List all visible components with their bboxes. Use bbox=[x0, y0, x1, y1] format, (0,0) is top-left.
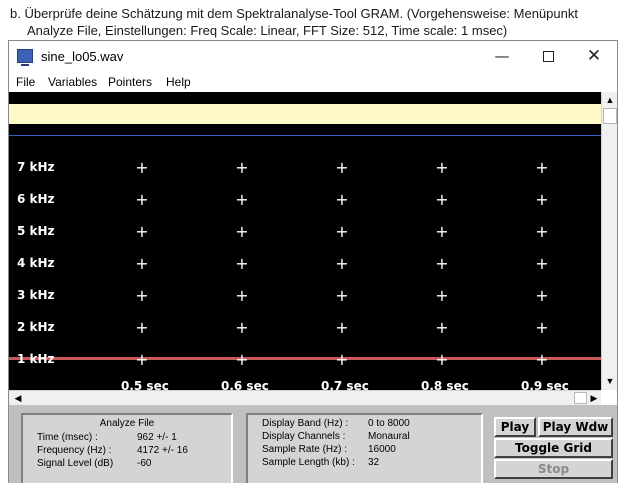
horizontal-scroll-thumb[interactable] bbox=[574, 392, 587, 404]
grid-marker: + bbox=[435, 222, 449, 241]
freq-label-7khz: 7 kHz bbox=[17, 160, 55, 174]
toggle-grid-button[interactable]: Toggle Grid bbox=[494, 438, 613, 458]
window-title: sine_lo05.wav bbox=[41, 49, 124, 64]
analyze-panel-title: Analyze File bbox=[99, 418, 155, 429]
display-band-value: 0 to 8000 bbox=[368, 418, 410, 429]
grid-marker: + bbox=[435, 158, 449, 177]
time-value: 962 +/- 1 bbox=[137, 432, 177, 443]
signal-level-label: Signal Level (dB) bbox=[37, 458, 114, 469]
freq-label-5khz: 5 kHz bbox=[17, 224, 55, 238]
time-label-0-5: 0.5 sec bbox=[121, 379, 169, 390]
separator-line bbox=[9, 135, 601, 136]
grid-marker: + bbox=[535, 286, 549, 305]
instruction-line-2: Analyze File, Einstellungen: Freq Scale:… bbox=[27, 23, 508, 38]
instruction-line-1: b. Überprüfe deine Schätzung mit dem Spe… bbox=[10, 6, 578, 21]
grid-marker: + bbox=[135, 190, 149, 209]
grid-marker: + bbox=[535, 158, 549, 177]
gram-window: sine_lo05.wav — ✕ File Variables Pointer… bbox=[8, 40, 618, 483]
grid-marker: + bbox=[535, 190, 549, 209]
menu-file[interactable]: File bbox=[16, 75, 35, 89]
band-strip bbox=[9, 104, 601, 124]
vertical-scroll-thumb[interactable] bbox=[603, 108, 617, 124]
sample-rate-value: 16000 bbox=[368, 444, 396, 455]
grid-marker: + bbox=[535, 254, 549, 273]
display-channels-value: Monaural bbox=[368, 431, 410, 442]
maximize-icon bbox=[542, 51, 554, 62]
play-window-button[interactable]: Play Wdw bbox=[538, 417, 613, 437]
time-label-0-8: 0.8 sec bbox=[421, 379, 469, 390]
signal-level-value: -60 bbox=[137, 458, 152, 469]
time-label-0-7: 0.7 sec bbox=[321, 379, 369, 390]
time-label-0-9: 0.9 sec bbox=[521, 379, 569, 390]
grid-marker: + bbox=[335, 190, 349, 209]
freq-label-4khz: 4 kHz bbox=[17, 256, 55, 270]
close-button[interactable]: ✕ bbox=[571, 41, 617, 72]
grid-marker: + bbox=[235, 158, 249, 177]
menu-bar: File Variables Pointers Help bbox=[9, 72, 617, 92]
sample-length-value: 32 bbox=[368, 457, 380, 468]
signal-trace bbox=[9, 357, 601, 360]
grid-marker: + bbox=[135, 254, 149, 273]
analyze-file-panel: Analyze File Time (msec) : 962 +/- 1 Fre… bbox=[21, 413, 233, 483]
minimize-button[interactable]: — bbox=[479, 41, 525, 72]
grid-marker: + bbox=[335, 222, 349, 241]
grid-marker: + bbox=[235, 318, 249, 337]
grid-marker: + bbox=[535, 222, 549, 241]
app-monitor-icon bbox=[17, 49, 33, 66]
grid-marker: + bbox=[435, 318, 449, 337]
grid-marker: + bbox=[135, 318, 149, 337]
menu-help[interactable]: Help bbox=[166, 75, 191, 89]
sample-length-label: Sample Length (kb) : bbox=[262, 457, 355, 468]
freq-label-2khz: 2 kHz bbox=[17, 320, 55, 334]
grid-marker: + bbox=[235, 350, 249, 369]
grid-marker: + bbox=[335, 318, 349, 337]
time-label: Time (msec) : bbox=[37, 432, 98, 443]
maximize-button[interactable] bbox=[525, 41, 571, 72]
display-band-label: Display Band (Hz) : bbox=[262, 418, 349, 429]
grid-marker: + bbox=[535, 350, 549, 369]
title-bar[interactable]: sine_lo05.wav — ✕ bbox=[9, 41, 617, 72]
grid-marker: + bbox=[235, 190, 249, 209]
grid-marker: + bbox=[335, 286, 349, 305]
spectrogram-display[interactable]: 7 kHz 6 kHz 5 kHz 4 kHz 3 kHz 2 kHz 1 kH… bbox=[9, 92, 601, 390]
horizontal-scrollbar[interactable]: ◀ ▶ bbox=[9, 390, 601, 405]
display-channels-label: Display Channels : bbox=[262, 431, 346, 442]
freq-label-3khz: 3 kHz bbox=[17, 288, 55, 302]
grid-marker: + bbox=[235, 254, 249, 273]
freq-label-6khz: 6 kHz bbox=[17, 192, 55, 206]
grid-marker: + bbox=[435, 190, 449, 209]
grid-marker: + bbox=[335, 350, 349, 369]
grid-marker: + bbox=[335, 254, 349, 273]
grid-marker: + bbox=[435, 350, 449, 369]
stop-button[interactable]: Stop bbox=[494, 459, 613, 479]
scroll-left-icon[interactable]: ◀ bbox=[11, 391, 25, 405]
grid-marker: + bbox=[435, 286, 449, 305]
menu-pointers[interactable]: Pointers bbox=[108, 75, 152, 89]
info-area: Analyze File Time (msec) : 962 +/- 1 Fre… bbox=[9, 405, 617, 483]
time-label-0-6: 0.6 sec bbox=[221, 379, 269, 390]
grid-marker: + bbox=[235, 286, 249, 305]
freq-label-1khz: 1 kHz bbox=[17, 352, 55, 366]
vertical-scrollbar[interactable]: ▲ ▼ bbox=[601, 92, 617, 390]
instruction-text: b. Überprüfe deine Schätzung mit dem Spe… bbox=[10, 5, 616, 39]
grid-marker: + bbox=[435, 254, 449, 273]
scroll-down-icon[interactable]: ▼ bbox=[603, 374, 617, 388]
frequency-label: Frequency (Hz) : bbox=[37, 445, 112, 456]
grid-marker: + bbox=[135, 222, 149, 241]
grid-marker: + bbox=[135, 286, 149, 305]
sample-rate-label: Sample Rate (Hz) : bbox=[262, 444, 348, 455]
grid-marker: + bbox=[135, 350, 149, 369]
grid-marker: + bbox=[335, 158, 349, 177]
menu-variables[interactable]: Variables bbox=[48, 75, 97, 89]
grid-marker: + bbox=[235, 222, 249, 241]
frequency-value: 4172 +/- 16 bbox=[137, 445, 188, 456]
scroll-right-icon[interactable]: ▶ bbox=[587, 391, 601, 405]
grid-marker: + bbox=[535, 318, 549, 337]
scroll-up-icon[interactable]: ▲ bbox=[603, 93, 617, 107]
display-settings-panel: Display Band (Hz) : 0 to 8000 Display Ch… bbox=[246, 413, 483, 483]
grid-marker: + bbox=[135, 158, 149, 177]
play-button[interactable]: Play bbox=[494, 417, 536, 437]
